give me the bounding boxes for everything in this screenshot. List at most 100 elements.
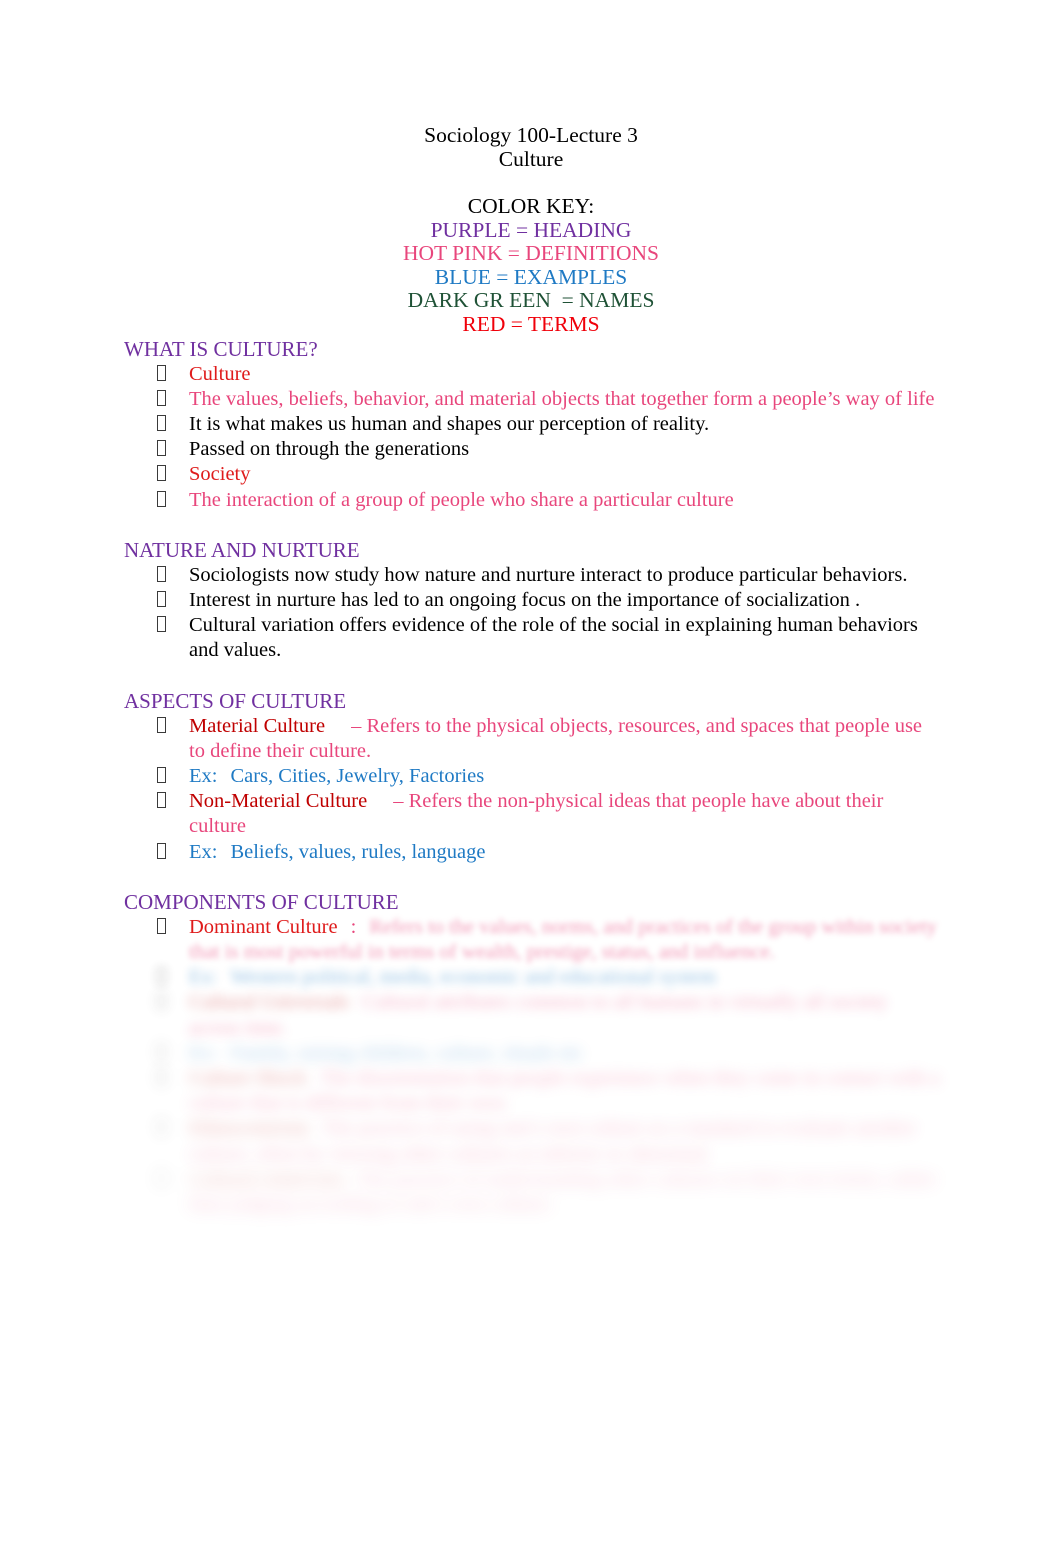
colon-separator: : [350, 915, 357, 938]
section-components-of-culture: COMPONENTS OF CULTURE Dominant Culture: R… [0, 890, 1062, 1217]
list-item: Ex: Family, raising children, culture, ri… [0, 1041, 1062, 1066]
plain-text: Interest in nurture has led to an ongoin… [189, 588, 861, 611]
bullet-box-icon [157, 565, 166, 582]
list-item: Material Culture – Refers to the physical… [0, 714, 1062, 764]
plain-text: It is what makes us human and shapes our… [189, 412, 710, 435]
term-text: Cultural relativism [189, 1167, 344, 1190]
bullet-box-icon [157, 465, 166, 482]
definition-text: Refers to the values, norms, and practic… [369, 915, 874, 938]
bullet-box-icon [157, 1119, 166, 1136]
document-title: Sociology 100-Lecture 3 Culture [0, 0, 1062, 171]
color-key-red: RED = TERMS [462, 311, 600, 336]
section-heading: WHAT IS CULTURE? [124, 336, 318, 361]
section-what-is-culture: WHAT IS CULTURE? Culture The values, bel… [0, 337, 1062, 513]
list-item: The values, beliefs, behavior, and mater… [0, 387, 1062, 412]
section-heading: NATURE AND NURTURE [124, 537, 360, 562]
list-item: Passed on through the generations [0, 437, 1062, 462]
document-body: Sociology 100-Lecture 3 Culture COLOR KE… [0, 0, 1062, 1217]
term-text: Cultural Universals [189, 991, 349, 1014]
plain-text: Cultural variation offers evidence of th… [189, 614, 918, 662]
term-definition-group: Dominant Culture: Refers to the values, n… [189, 915, 942, 965]
list-item: Cultural relativism The practice of under… [0, 1167, 1062, 1217]
list-item: Sociologists now study how nature and nu… [0, 563, 1062, 588]
definition-text: The disorientation that people experienc… [319, 1067, 940, 1090]
plain-text: Sociologists now study how nature and nu… [189, 563, 908, 586]
list-item: Cultural Universals Cultural attributes c… [0, 990, 1062, 1040]
bullet-box-icon [157, 364, 166, 381]
section-nature-and-nurture: NATURE AND NURTURE Sociologists now stud… [0, 538, 1062, 664]
example-text: Cars, Cities, Jewelry, Factories [230, 765, 485, 787]
color-key-dark-green: DARK GR EEN = NAMES [407, 288, 655, 313]
term-text: Culture [189, 362, 251, 385]
bullet-box-icon [157, 1169, 166, 1186]
term-text: Society [189, 463, 251, 486]
color-key: COLOR KEY: PURPLE = HEADING HOT PINK = D… [0, 194, 1062, 337]
list-item: Non-Material Culture – Refers the non-phy… [0, 789, 1062, 839]
definition-continuation: judging according to one's own culture. [229, 1193, 554, 1216]
bullet-box-icon [157, 842, 166, 859]
term-text: Ethnocentrism [189, 1117, 309, 1140]
bullet-list: Culture The values, beliefs, behavior, a… [0, 362, 1062, 513]
list-item: Ex: Western political, media, economic an… [0, 965, 1062, 990]
example-text: Family, raising children, culture, ritua… [230, 1041, 584, 1064]
bullet-box-icon [157, 792, 166, 809]
bullet-list: Material Culture – Refers to the physical… [0, 714, 1062, 865]
bullet-box-icon [157, 767, 166, 783]
example-label: Ex: [189, 1041, 218, 1064]
section-heading: ASPECTS OF CULTURE [124, 688, 347, 713]
bullet-box-icon [157, 414, 166, 431]
list-item: Ethnocentrism The practice of using one's… [0, 1116, 1062, 1166]
bullet-list: Dominant Culture: Refers to the values, n… [0, 915, 1062, 1217]
example-text: Western political, media, economic and e… [230, 966, 717, 989]
list-item: Culture Shock The disorientation that peo… [0, 1066, 1062, 1116]
document-page: Sociology 100-Lecture 3 Culture COLOR KE… [0, 0, 1062, 1561]
color-key-hot-pink: HOT PINK = DEFINITIONS [403, 241, 659, 266]
list-item: It is what makes us human and shapes our… [0, 412, 1062, 437]
example-text: Beliefs, values, rules, language [230, 840, 486, 863]
term-text: Dominant Culture [189, 915, 338, 938]
example-label: Ex: [189, 765, 218, 787]
list-item: The interaction of a group of people who… [0, 488, 1062, 513]
definition-continuation: culture, often by viewing other cultures… [189, 1142, 712, 1165]
section-aspects-of-culture: ASPECTS OF CULTURE Material Culture – Ref… [0, 689, 1062, 865]
definition-continuation: across time. [189, 1016, 287, 1039]
bullet-box-icon [157, 993, 166, 1010]
plain-text: Passed on through the generations [189, 438, 470, 461]
term-text: Material Culture [189, 714, 326, 737]
list-item: Dominant Culture: Refers to the values, n… [0, 915, 1062, 965]
definition-text: The interaction of a group of people who… [189, 488, 734, 511]
definition-text: The values, beliefs, behavior, and mater… [189, 387, 935, 410]
definition-continuation: culture that is different from their own… [189, 1092, 510, 1115]
color-key-blue: BLUE = EXAMPLES [434, 264, 628, 289]
bullet-box-icon [157, 968, 166, 985]
list-item: Interest in nurture has led to an ongoin… [0, 588, 1062, 613]
bullet-box-icon [157, 440, 166, 457]
example-label: Ex: [189, 840, 218, 863]
title-line-2: Culture [498, 146, 564, 171]
list-item: Cultural variation offers evidence of th… [0, 613, 1062, 663]
color-key-heading: COLOR KEY: [467, 194, 595, 218]
bullet-box-icon [157, 616, 166, 633]
bullet-box-icon [157, 389, 166, 406]
title-line-1: Sociology 100-Lecture 3 [424, 123, 638, 147]
list-item: Ex: Beliefs, values, rules, language [0, 840, 1062, 865]
definition-text: The practice of using one's own culture … [321, 1117, 917, 1140]
term-text: Culture Shock [189, 1067, 307, 1090]
bullet-box-icon [157, 1069, 166, 1086]
list-item: Culture [0, 362, 1062, 387]
bullet-box-icon [157, 590, 166, 607]
example-label: Ex: [189, 966, 218, 989]
definition-text: Cultural attributes common to all humans… [362, 991, 888, 1014]
bullet-box-icon [157, 917, 166, 934]
bullet-box-icon [157, 1043, 166, 1060]
term-text: Non-Material Culture [189, 790, 368, 813]
list-item: Ex: Cars, Cities, Jewelry, Factories [0, 764, 1062, 789]
bullet-box-icon [157, 490, 166, 507]
section-heading: COMPONENTS OF CULTURE [124, 889, 399, 914]
list-item: Society [0, 462, 1062, 487]
bullet-list: Sociologists now study how nature and nu… [0, 563, 1062, 664]
bullet-box-icon [157, 716, 166, 733]
